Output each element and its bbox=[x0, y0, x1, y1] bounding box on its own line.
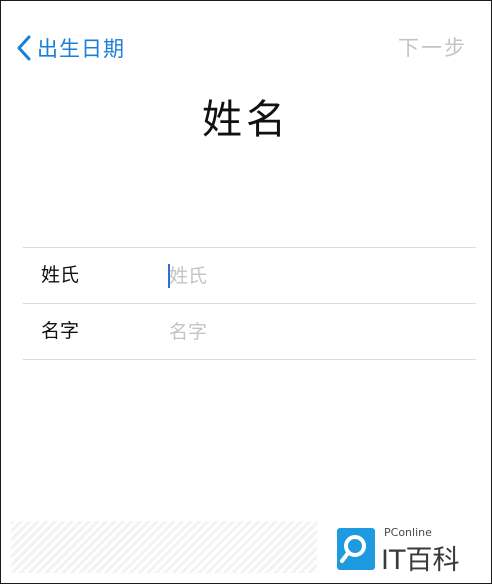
watermark-title: IT百科 bbox=[381, 545, 460, 576]
given-name-input[interactable] bbox=[167, 316, 459, 347]
page-title: 姓名 bbox=[202, 97, 290, 143]
footer-strip bbox=[11, 521, 317, 573]
surname-input[interactable] bbox=[167, 260, 459, 291]
form-row-surname: 姓氏 bbox=[23, 248, 476, 304]
magnifier-icon bbox=[340, 535, 366, 563]
text-caret bbox=[168, 264, 170, 288]
given-name-label: 名字 bbox=[41, 320, 80, 342]
name-form: 姓氏 名字 bbox=[23, 247, 476, 360]
back-button[interactable]: 出生日期 bbox=[17, 31, 125, 65]
chevron-left-icon bbox=[17, 35, 31, 61]
screen: 出生日期 下一步 姓名 姓氏 名字 PConline IT百科 bbox=[0, 0, 492, 584]
watermark-logo: PConline IT百科 bbox=[337, 526, 477, 576]
back-button-label: 出生日期 bbox=[37, 37, 125, 61]
surname-label: 姓氏 bbox=[41, 264, 80, 286]
next-button[interactable]: 下一步 bbox=[398, 31, 467, 65]
watermark-badge bbox=[337, 528, 375, 570]
form-row-given-name: 名字 bbox=[23, 304, 476, 360]
